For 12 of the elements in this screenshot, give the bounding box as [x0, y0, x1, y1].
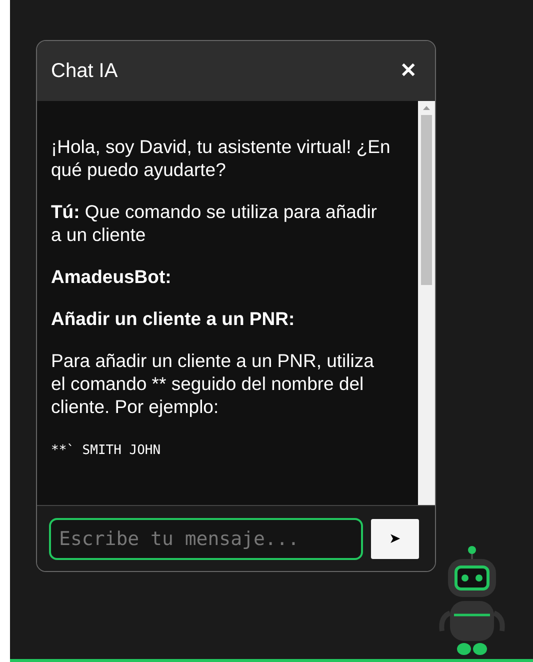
chat-message: ¡Hola, soy David, tu asistente virtual! ¿En qué puedo ayudarte?	[51, 135, 391, 181]
bot-heading: AmadeusBot:	[51, 265, 172, 288]
scrollbar-thumb[interactable]	[421, 115, 432, 285]
window-title: Chat IA	[51, 59, 118, 84]
code-example: **` SMITH JOHN	[51, 442, 162, 460]
scroll-up-icon[interactable]	[423, 106, 430, 110]
user-message: Tú: Que comando se utiliza para añadir a un cliente	[51, 200, 378, 246]
bot-heading: Añadir un cliente a un PNR:	[51, 307, 296, 330]
message-input[interactable]: Escribe tu mensaje...	[49, 518, 363, 560]
chat-message: Para añadir un cliente a un PNR, utiliza el comando ** seguido del nombre del cliente. Por ejemplo:	[51, 349, 375, 418]
send-button[interactable]: ➤	[371, 518, 419, 558]
close-button[interactable]: ✕	[396, 56, 421, 86]
